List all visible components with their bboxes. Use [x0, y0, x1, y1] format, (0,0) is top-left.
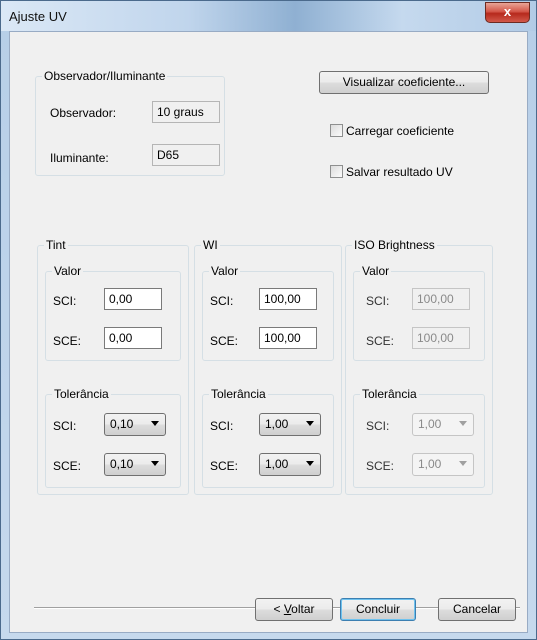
iso-brightness-title: ISO Brightness: [352, 238, 437, 252]
tint-tolerance-group: Tolerância SCI: 0,10 SCE: 0,10: [45, 387, 181, 488]
view-coefficient-button[interactable]: Visualizar coeficiente...: [319, 71, 489, 94]
load-coefficient-label[interactable]: Carregar coeficiente: [346, 124, 454, 138]
iso-tol-sce-label: SCE:: [366, 459, 395, 473]
observer-illuminant-title: Observador/Iluminante: [42, 69, 168, 83]
wi-sce-label: SCE:: [210, 334, 239, 348]
chevron-down-icon: [306, 461, 314, 466]
chevron-down-icon: [151, 421, 159, 426]
iso-tol-sci-value: 1,00: [418, 417, 442, 431]
wi-tol-sce-label: SCE:: [210, 459, 239, 473]
chevron-down-icon: [459, 461, 467, 466]
window-title: Ajuste UV: [9, 9, 67, 24]
wi-tol-sce-select[interactable]: 1,00: [259, 453, 321, 476]
iso-tol-sce-select: 1,00: [412, 453, 474, 476]
iso-value-title: Valor: [360, 264, 392, 278]
iso-tolerance-title: Tolerância: [360, 387, 419, 401]
tint-value-title: Valor: [52, 264, 84, 278]
observer-label: Observador:: [50, 106, 117, 120]
wi-tol-sci-label: SCI:: [210, 419, 234, 433]
iso-tol-sci-select: 1,00: [412, 413, 474, 436]
tint-title: Tint: [44, 238, 68, 252]
save-uv-result-label[interactable]: Salvar resultado UV: [346, 165, 453, 179]
wi-tol-sci-select[interactable]: 1,00: [259, 413, 321, 436]
tint-tol-sci-select[interactable]: 0,10: [104, 413, 166, 436]
tint-tol-sce-select[interactable]: 0,10: [104, 453, 166, 476]
tint-tol-sce-label: SCE:: [53, 459, 82, 473]
back-prefix: <: [273, 602, 284, 616]
close-button[interactable]: x: [485, 2, 530, 23]
wi-tolerance-group: Tolerância SCI: 1,00 SCE: 1,00: [202, 387, 334, 488]
illuminant-label: Iluminante:: [50, 151, 109, 165]
wi-tolerance-title: Tolerância: [209, 387, 268, 401]
iso-sci-label: SCI:: [366, 294, 390, 308]
chevron-down-icon: [151, 461, 159, 466]
tint-sci-input[interactable]: 0,00: [104, 288, 162, 310]
iso-sce-label: SCE:: [366, 334, 395, 348]
cancel-button[interactable]: Cancelar: [438, 598, 516, 621]
chevron-down-icon: [306, 421, 314, 426]
iso-tolerance-group: Tolerância SCI: 1,00 SCE: 1,00: [353, 387, 485, 488]
finish-button[interactable]: Concluir: [340, 598, 416, 621]
wi-group: WI Valor SCI: 100,00 SCE: 100,00 Tolerân…: [194, 238, 342, 495]
save-uv-result-checkbox[interactable]: [330, 165, 343, 178]
wi-title: WI: [201, 238, 220, 252]
tint-group: Tint Valor SCI: 0,00 SCE: 0,00 Tolerânci…: [37, 238, 189, 495]
iso-sce-input: 100,00: [412, 327, 470, 349]
load-coefficient-checkbox[interactable]: [330, 124, 343, 137]
tint-sce-label: SCE:: [53, 334, 82, 348]
observer-field: 10 graus: [152, 101, 220, 123]
tint-value-group: Valor SCI: 0,00 SCE: 0,00: [45, 264, 181, 361]
dialog-window: Ajuste UV x Observador/Iluminante Observ…: [0, 0, 537, 640]
iso-value-group: Valor SCI: 100,00 SCE: 100,00: [353, 264, 485, 361]
wi-value-title: Valor: [209, 264, 241, 278]
chevron-down-icon: [459, 421, 467, 426]
iso-brightness-group: ISO Brightness Valor SCI: 100,00 SCE: 10…: [345, 238, 493, 495]
iso-tol-sce-value: 1,00: [418, 457, 442, 471]
observer-illuminant-group: Observador/Iluminante Observador: 10 gra…: [35, 69, 225, 176]
tint-sci-label: SCI:: [53, 294, 77, 308]
back-button[interactable]: < Voltar: [255, 598, 333, 621]
wi-tol-sce-value: 1,00: [265, 457, 289, 471]
iso-sci-input: 100,00: [412, 288, 470, 310]
tint-tol-sce-value: 0,10: [110, 457, 134, 471]
tint-tol-sci-value: 0,10: [110, 417, 134, 431]
wi-tol-sci-value: 1,00: [265, 417, 289, 431]
close-icon: x: [503, 4, 512, 19]
tint-sce-input[interactable]: 0,00: [104, 327, 162, 349]
tint-tolerance-title: Tolerância: [52, 387, 111, 401]
wi-sce-input[interactable]: 100,00: [259, 327, 317, 349]
wi-value-group: Valor SCI: 100,00 SCE: 100,00: [202, 264, 334, 361]
wi-sci-input[interactable]: 100,00: [259, 288, 317, 310]
title-bar[interactable]: Ajuste UV x: [1, 1, 536, 31]
back-rest: oltar: [291, 602, 315, 616]
illuminant-field: D65: [152, 144, 220, 166]
tint-tol-sci-label: SCI:: [53, 419, 77, 433]
iso-tol-sci-label: SCI:: [366, 419, 390, 433]
wi-sci-label: SCI:: [210, 294, 234, 308]
dialog-content: Observador/Iluminante Observador: 10 gra…: [9, 31, 528, 633]
